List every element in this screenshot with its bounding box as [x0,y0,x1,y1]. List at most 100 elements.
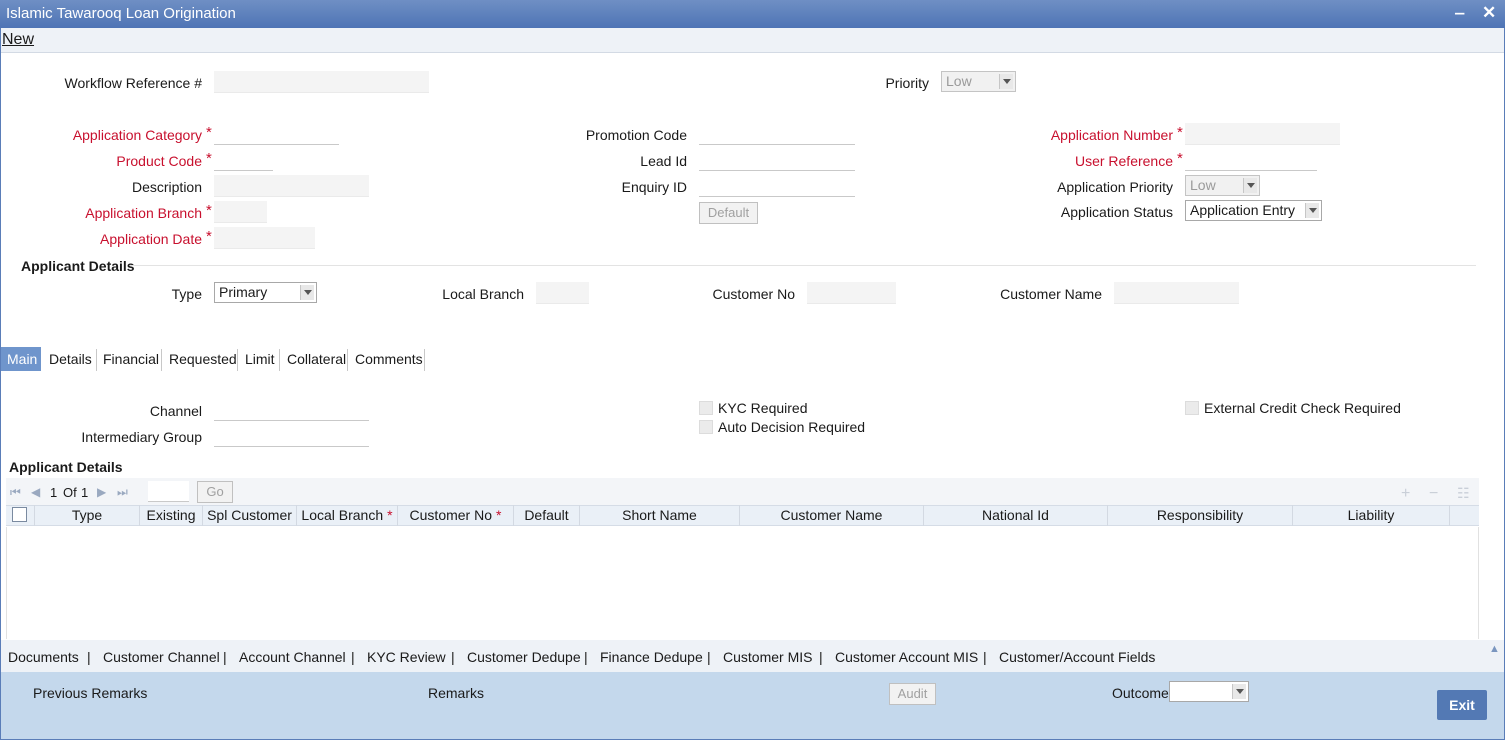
link-separator: | [351,649,355,665]
previous-page-icon[interactable]: ◀ [31,485,40,499]
local-branch-input[interactable] [536,282,589,304]
default-button[interactable]: Default [699,202,758,224]
customer-channel-link[interactable]: Customer Channel [103,649,220,665]
user-reference-input[interactable] [1185,149,1317,171]
collapse-icon[interactable]: ▲ [1489,643,1500,655]
product-code-input[interactable] [214,149,273,171]
column-header[interactable]: National Id [924,505,1108,526]
bottom-link-bar: Documents | Customer Channel | Account C… [1,640,1504,672]
chevron-down-icon [1305,203,1319,218]
customer-dedupe-link[interactable]: Customer Dedupe [467,649,581,665]
column-header[interactable]: Local Branch * [297,505,398,526]
section-divider [130,265,1476,266]
application-date-label: Application Date [100,231,202,247]
column-header[interactable]: Customer Name [740,505,924,526]
column-header[interactable]: Customer No * [398,505,514,526]
promotion-code-input[interactable] [699,123,855,145]
auto-decision-checkbox[interactable] [699,420,713,434]
column-header[interactable]: Responsibility [1108,505,1293,526]
workflow-reference-label: Workflow Reference # [64,75,202,91]
workflow-reference-input[interactable] [214,71,429,93]
remarks-link[interactable]: Remarks [428,685,484,701]
documents-link[interactable]: Documents [8,649,79,665]
customer-account-fields-link[interactable]: Customer/Account Fields [999,649,1155,665]
page-jump-input[interactable] [148,481,189,502]
last-page-icon[interactable]: ⏭ [117,485,128,500]
column-header[interactable]: Spl Customer [203,505,297,526]
outcome-select[interactable] [1169,681,1249,702]
window-title-bar: Islamic Tawarooq Loan Origination ‒ ✕ [0,0,1505,28]
go-button[interactable]: Go [197,481,233,503]
application-status-select[interactable]: Application Entry [1185,200,1322,221]
column-header-label: Local Branch [301,507,384,523]
tab-collateral[interactable]: Collateral [281,347,352,371]
kyc-required-checkbox[interactable] [699,401,713,415]
enquiry-id-input[interactable] [699,175,855,197]
application-priority-label: Application Priority [1057,179,1173,195]
column-header[interactable]: Existing [140,505,203,526]
new-link[interactable]: New [2,31,34,49]
customer-mis-link[interactable]: Customer MIS [723,649,812,665]
tab-main[interactable]: Main [1,347,41,371]
application-number-input[interactable] [1185,123,1340,145]
tab-comments[interactable]: Comments [349,347,429,371]
customer-name-input[interactable] [1114,282,1239,304]
promotion-code-label: Promotion Code [585,127,687,143]
window-title: Islamic Tawarooq Loan Origination [6,5,236,22]
application-status-value: Application Entry [1190,202,1296,218]
application-category-input[interactable] [214,123,339,145]
column-header[interactable]: Liability [1293,505,1450,526]
local-branch-label: Local Branch [442,286,524,302]
priority-value: Low [946,73,972,89]
grid-view-icon[interactable]: ☷ [1457,485,1470,502]
priority-select[interactable]: Low [941,71,1016,92]
required-marker: * [206,150,212,167]
application-priority-select[interactable]: Low [1185,175,1260,196]
link-separator: | [87,649,91,665]
tab-details[interactable]: Details [43,347,98,371]
column-header[interactable]: Type [35,505,140,526]
channel-input[interactable] [214,399,369,421]
column-header-label: Customer No [409,507,492,523]
application-status-label: Application Status [1060,204,1173,220]
required-marker: * [496,507,502,523]
description-input[interactable] [214,175,369,197]
kyc-review-link[interactable]: KYC Review [367,649,446,665]
first-page-icon[interactable]: ⏮ [10,485,21,500]
customer-no-input[interactable] [807,282,896,304]
tab-limit[interactable]: Limit [239,347,281,371]
minimize-icon[interactable]: ‒ [1455,3,1464,23]
remove-row-icon[interactable]: − [1429,485,1438,503]
external-credit-checkbox[interactable] [1185,401,1199,415]
tab-requested[interactable]: Requested [163,347,243,371]
column-header[interactable]: Default [514,505,580,526]
next-page-icon[interactable]: ▶ [97,485,106,499]
audit-button[interactable]: Audit [889,683,936,705]
exit-button[interactable]: Exit [1437,690,1487,720]
finance-dedupe-link[interactable]: Finance Dedupe [600,649,703,665]
tab-separator [279,349,280,371]
add-row-icon[interactable]: + [1401,485,1410,503]
link-separator: | [707,649,711,665]
grid-section-heading: Applicant Details [9,459,123,475]
application-branch-input[interactable] [214,201,267,223]
type-select[interactable]: Primary [214,282,317,303]
application-date-input[interactable] [214,227,315,249]
column-header[interactable]: Short Name [580,505,740,526]
link-separator: | [819,649,823,665]
select-all-checkbox[interactable] [12,507,27,522]
link-separator: | [584,649,588,665]
required-marker: * [1177,150,1183,167]
customer-account-mis-link[interactable]: Customer Account MIS [835,649,978,665]
application-branch-label: Application Branch [85,205,202,221]
tab-financial[interactable]: Financial [97,347,165,371]
account-channel-link[interactable]: Account Channel [239,649,346,665]
intermediary-group-input[interactable] [214,425,369,447]
tab-separator [161,349,162,371]
lead-id-input[interactable] [699,149,855,171]
user-reference-label: User Reference [1074,153,1173,169]
close-icon[interactable]: ✕ [1482,3,1496,23]
tab-separator [424,349,425,371]
chevron-down-icon [300,285,314,300]
previous-remarks-link[interactable]: Previous Remarks [33,685,147,701]
